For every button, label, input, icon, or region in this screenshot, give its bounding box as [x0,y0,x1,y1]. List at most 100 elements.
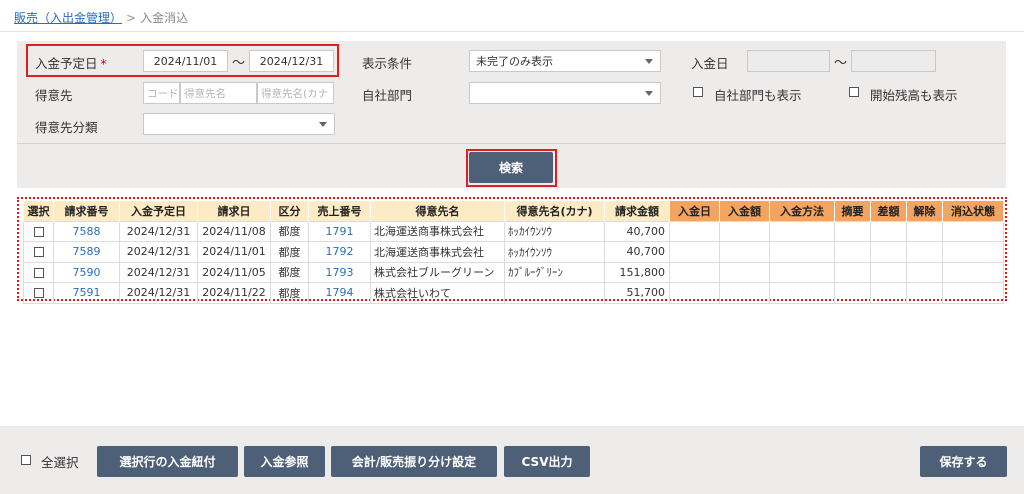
payment-reference-button[interactable]: 入金参照 [244,446,325,477]
scheduled-date-to-input[interactable]: 2024/12/31 [249,50,334,72]
col-customer-name: 得意先名 [370,201,505,221]
display-condition-select[interactable]: 未完了のみ表示 [469,50,661,72]
link-payment-button[interactable]: 選択行の入金紐付 [97,446,238,477]
payment-date-to-input[interactable] [851,50,936,72]
customer-name-input[interactable]: 得意先名 [180,82,257,104]
invoice-no-link[interactable]: 7589 [73,245,101,258]
table-row: 7591 2024/12/31 2024/11/22 都度 1794 株式会社い… [23,282,1004,304]
payment-date-cell [669,282,720,304]
difference-cell [870,261,907,283]
table-row: 7589 2024/12/31 2024/11/01 都度 1792 北海運送商… [23,241,1004,263]
type-cell: 都度 [270,220,309,242]
row-select-cell [23,220,54,242]
status-cell [942,241,1004,263]
breadcrumb: 販売（入出金管理） > 入金消込 [14,9,188,26]
row-checkbox[interactable] [33,288,44,299]
sales-no-link[interactable]: 1794 [326,286,354,299]
col-release: 解除 [906,201,943,221]
payment-date-cell [669,241,720,263]
difference-cell [870,241,907,263]
payment-date-from-input[interactable] [747,50,830,72]
show-own-dept-checkbox[interactable] [693,87,703,97]
invoice-no-link[interactable]: 7590 [73,266,101,279]
col-difference: 差額 [870,201,907,221]
payment-amount-cell [719,282,770,304]
invoice-no-link[interactable]: 7588 [73,225,101,238]
customer-kana-cell [504,282,605,304]
sales-no-link[interactable]: 1793 [326,266,354,279]
col-type: 区分 [270,201,309,221]
customer-name-cell: 株式会社ブルーグリーン [370,261,505,283]
customer-kana-input[interactable]: 得意先名(カナ [257,82,334,104]
col-status: 消込状態 [942,201,1004,221]
own-dept-label: 自社部門 [362,88,413,103]
customer-name-cell: 北海運送商事株式会社 [370,241,505,263]
row-checkbox[interactable] [33,226,44,237]
scheduled-date-cell: 2024/12/31 [119,261,198,283]
summary-cell [834,220,871,242]
table-row: 7588 2024/12/31 2024/11/08 都度 1791 北海運送商… [23,220,1004,242]
customer-name-cell: 北海運送商事株式会社 [370,220,505,242]
type-cell: 都度 [270,241,309,263]
invoice-no-cell: 7590 [53,261,120,283]
release-cell [906,220,943,242]
row-checkbox[interactable] [33,247,44,258]
sales-no-link[interactable]: 1792 [326,245,354,258]
row-checkbox[interactable] [33,267,44,278]
invoice-date-cell: 2024/11/22 [197,282,271,304]
col-payment-date: 入金日 [669,201,720,221]
chevron-down-icon [319,122,327,127]
show-opening-balance-checkbox[interactable] [849,87,859,97]
breadcrumb-parent-link[interactable]: 販売（入出金管理） [14,11,122,25]
save-button[interactable]: 保存する [920,446,1007,477]
sales-no-cell: 1792 [308,241,371,263]
scheduled-date-cell: 2024/12/31 [119,241,198,263]
split-setting-button[interactable]: 会計/販売振り分け設定 [331,446,497,477]
payment-method-cell [769,220,835,242]
customer-code-input[interactable]: コード [143,82,180,104]
customer-kana-cell: ﾎｯｶｲｳﾝｿｳ [504,241,605,263]
invoice-no-link[interactable]: 7591 [73,286,101,299]
summary-cell [834,282,871,304]
invoice-date-cell: 2024/11/08 [197,220,271,242]
customer-category-label: 得意先分類 [35,120,98,135]
col-summary: 摘要 [834,201,871,221]
breadcrumb-current: 入金消込 [140,11,189,25]
payment-date-label: 入金日 [691,56,729,71]
display-condition-value: 未完了のみ表示 [476,55,553,68]
sales-no-link[interactable]: 1791 [326,225,354,238]
payment-date-cell [669,261,720,283]
scheduled-date-cell: 2024/12/31 [119,282,198,304]
display-condition-label: 表示条件 [362,56,413,71]
required-mark: * [100,56,107,71]
row-select-cell [23,282,54,304]
amount-cell: 51,700 [604,282,670,304]
amount-cell: 40,700 [604,220,670,242]
chevron-down-icon [645,59,653,64]
col-payment-method: 入金方法 [769,201,835,221]
breadcrumb-separator: > [126,11,137,25]
payment-date-cell [669,220,720,242]
customer-category-select[interactable] [143,113,335,135]
own-dept-select[interactable] [469,82,661,104]
csv-export-button[interactable]: CSV出力 [504,446,590,477]
col-scheduled-date: 入金予定日 [119,201,198,221]
header-divider [0,31,1024,32]
col-payment-amount: 入金額 [719,201,770,221]
amount-cell: 40,700 [604,241,670,263]
status-cell [942,220,1004,242]
status-cell [942,261,1004,283]
payment-amount-cell [719,241,770,263]
payment-amount-cell [719,220,770,242]
sales-no-cell: 1791 [308,220,371,242]
scheduled-date-cell: 2024/12/31 [119,220,198,242]
summary-cell [834,241,871,263]
invoice-no-cell: 7591 [53,282,120,304]
payment-amount-cell [719,261,770,283]
select-all-checkbox[interactable] [21,455,31,465]
scheduled-date-from-input[interactable]: 2024/11/01 [143,50,228,72]
col-amount: 請求金額 [604,201,670,221]
col-sales-no: 売上番号 [308,201,371,221]
difference-cell [870,220,907,242]
search-button[interactable]: 検索 [469,152,553,183]
